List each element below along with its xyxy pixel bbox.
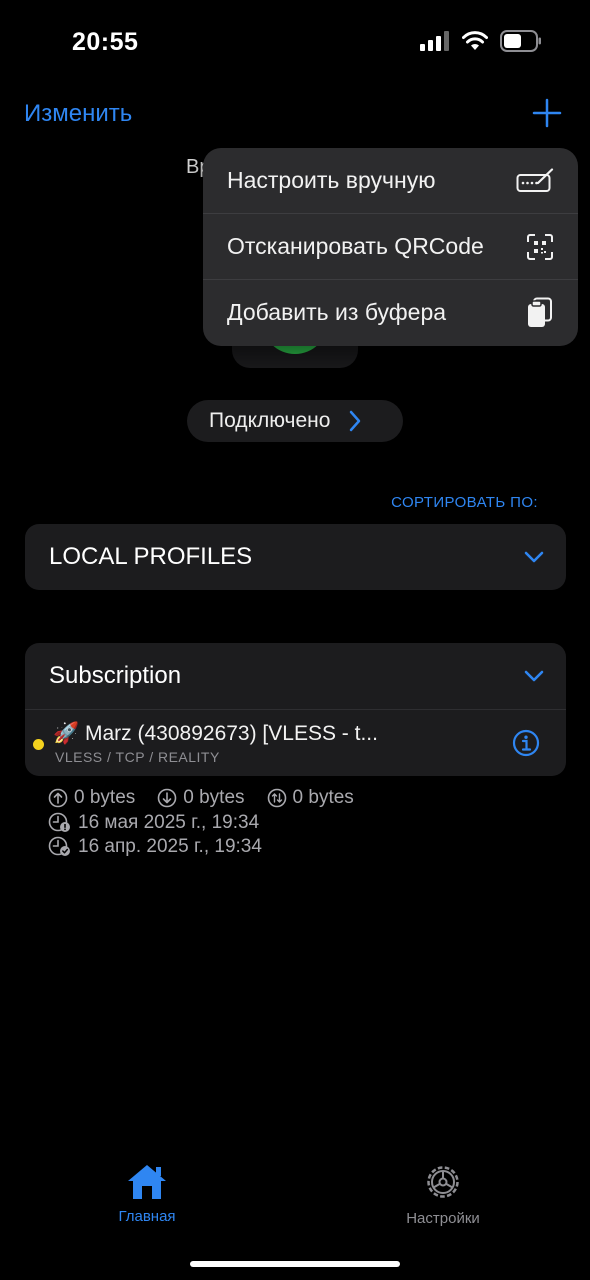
- chevron-down-icon: [524, 670, 544, 682]
- menu-item-scan-qr[interactable]: Отсканировать QRCode: [203, 214, 578, 280]
- info-icon[interactable]: [512, 729, 540, 757]
- profile-protocol: VLESS / TCP / REALITY: [55, 749, 220, 765]
- connection-status-button[interactable]: Подключено: [187, 400, 403, 442]
- traffic-line: 0 bytes 0 bytes 0 bytes: [48, 786, 370, 811]
- signal-icon: [420, 31, 449, 51]
- upload-icon: [48, 788, 68, 808]
- updated-line: 16 апр. 2025 г., 19:34: [48, 835, 370, 860]
- menu-item-label: Отсканировать QRCode: [227, 233, 484, 259]
- download-icon: [157, 788, 177, 808]
- status-icons: [420, 30, 542, 52]
- home-icon: [128, 1165, 166, 1199]
- local-profiles-group[interactable]: LOCAL PROFILES: [25, 524, 566, 590]
- tab-label: Настройки: [406, 1210, 480, 1227]
- local-profiles-header[interactable]: LOCAL PROFILES: [25, 524, 566, 590]
- subscription-group: Subscription 🚀 Marz (430892673) [VLESS -…: [25, 643, 566, 776]
- clock-updated-icon: [48, 836, 70, 857]
- updated-value: 16 апр. 2025 г., 19:34: [78, 836, 262, 857]
- gear-icon: [427, 1166, 459, 1198]
- chevron-right-icon: [350, 410, 361, 432]
- tab-label: Главная: [118, 1208, 176, 1225]
- add-icon[interactable]: [532, 96, 562, 130]
- qrcode-scan-icon: [527, 233, 553, 260]
- profile-status-dot: [33, 739, 44, 750]
- manual-edit-icon: [516, 167, 554, 192]
- profile-title: Marz (430892673) [VLESS - t...: [85, 722, 378, 745]
- clock-expire-icon: [48, 812, 70, 832]
- clipboard-icon: [528, 297, 552, 327]
- battery-icon: [500, 30, 541, 52]
- menu-item-label: Настроить вручную: [227, 167, 436, 193]
- chevron-down-icon: [524, 551, 544, 563]
- sort-button[interactable]: СОРТИРОВАТЬ ПО:: [391, 494, 538, 511]
- edit-button[interactable]: Изменить: [24, 100, 132, 128]
- group-title: LOCAL PROFILES: [49, 543, 253, 570]
- download-value: 0 bytes: [183, 787, 245, 808]
- transfer-icon: [267, 788, 286, 808]
- total-value: 0 bytes: [292, 787, 354, 808]
- tab-home[interactable]: Главная: [67, 1162, 227, 1225]
- menu-item-paste[interactable]: Добавить из буфера: [203, 280, 578, 345]
- expires-value: 16 мая 2025 г., 19:34: [78, 811, 260, 833]
- connection-status-label: Подключено: [209, 409, 331, 432]
- menu-item-label: Добавить из буфера: [227, 299, 447, 325]
- home-indicator[interactable]: [190, 1261, 400, 1267]
- profile-row[interactable]: 🚀 Marz (430892673) [VLESS - t... VLESS /…: [25, 709, 566, 776]
- profile-stats: 0 bytes 0 bytes 0 bytes 16 мая 2025 г., …: [48, 786, 370, 860]
- upload-value: 0 bytes: [74, 787, 136, 808]
- wifi-icon: [462, 31, 488, 50]
- subscription-header[interactable]: Subscription: [25, 643, 566, 709]
- status-time: 20:55: [72, 28, 139, 56]
- tab-settings[interactable]: Настройки: [363, 1162, 523, 1227]
- rocket-icon: 🚀: [53, 722, 80, 745]
- group-title: Subscription: [49, 662, 182, 689]
- profile-name: 🚀 Marz (430892673) [VLESS - t...: [53, 722, 378, 746]
- menu-item-manual[interactable]: Настроить вручную: [203, 148, 578, 214]
- add-menu: Настроить вручную Отсканировать QRCode Д…: [203, 148, 578, 346]
- expires-line: 16 мая 2025 г., 19:34: [48, 811, 370, 836]
